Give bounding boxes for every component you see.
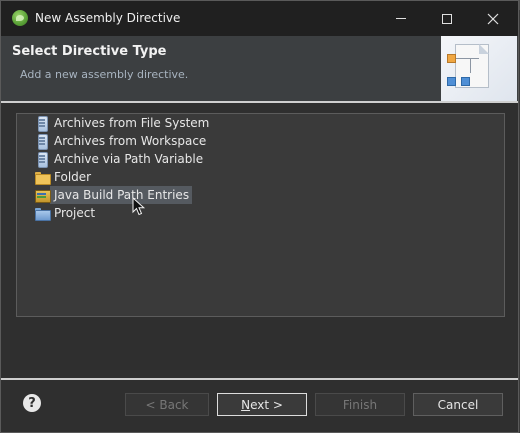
banner-connector-line [455, 58, 479, 59]
maximize-button[interactable] [424, 1, 470, 36]
minimize-icon [396, 18, 406, 19]
jar-icon [34, 151, 50, 168]
jar-icon [34, 133, 50, 150]
back-button[interactable]: < Back [125, 393, 209, 416]
maximize-icon [442, 13, 452, 24]
document-fold [479, 44, 489, 54]
close-button[interactable] [470, 1, 516, 36]
page-description: Add a new assembly directive. [20, 68, 189, 81]
project-icon [34, 205, 51, 221]
directive-type-tree[interactable]: Archives from File System Archives from … [16, 113, 505, 317]
jar-icon [34, 115, 50, 132]
banner-blue-node [461, 77, 470, 86]
spring-app-icon [12, 10, 28, 26]
next-button-mnemonic: N [241, 397, 251, 412]
new-assembly-directive-dialog: New Assembly Directive Select Directive … [0, 0, 519, 433]
tree-item-archive-via-path-variable[interactable]: Archive via Path Variable [34, 150, 206, 168]
back-button-label: < Back [145, 397, 189, 412]
build-path-icon [34, 187, 51, 203]
minimize-button[interactable] [378, 1, 424, 36]
mouse-pointer-icon [132, 197, 146, 216]
finish-button[interactable]: Finish [315, 393, 405, 416]
tree-item-label: Folder [54, 170, 92, 184]
banner-blue-node [447, 77, 456, 86]
next-button[interactable]: Next > [217, 393, 307, 416]
tree-item-folder[interactable]: Folder [34, 168, 94, 186]
help-icon: ? [28, 395, 36, 411]
close-icon [487, 13, 499, 24]
footer-separator [1, 378, 518, 380]
tree-item-label: Java Build Path Entries [50, 186, 193, 204]
tree-item-archives-from-file-system[interactable]: Archives from File System [34, 114, 212, 132]
header-separator [1, 101, 518, 103]
cancel-button-label: Cancel [437, 397, 479, 412]
next-button-label: ext > [250, 397, 283, 412]
tree-item-archives-from-workspace[interactable]: Archives from Workspace [34, 132, 209, 150]
finish-button-label: Finish [342, 397, 378, 412]
tree-item-label: Archives from File System [54, 116, 210, 130]
wizard-header: Select Directive Type Add a new assembly… [1, 36, 518, 101]
title-bar[interactable]: New Assembly Directive [1, 1, 518, 36]
tree-item-label: Archives from Workspace [54, 134, 207, 148]
tree-item-java-build-path-entries[interactable]: Java Build Path Entries [34, 186, 193, 204]
wizard-banner-image [441, 36, 517, 101]
cancel-button[interactable]: Cancel [413, 393, 503, 416]
folder-icon [34, 169, 51, 185]
help-button[interactable]: ? [23, 394, 41, 412]
page-title: Select Directive Type [12, 44, 167, 59]
tree-item-label: Archive via Path Variable [54, 152, 204, 166]
window-title: New Assembly Directive [35, 11, 181, 25]
banner-connector-line [470, 58, 471, 73]
tree-item-label: Project [54, 206, 96, 220]
banner-orange-node [447, 54, 456, 63]
tree-item-project[interactable]: Project [34, 204, 98, 222]
